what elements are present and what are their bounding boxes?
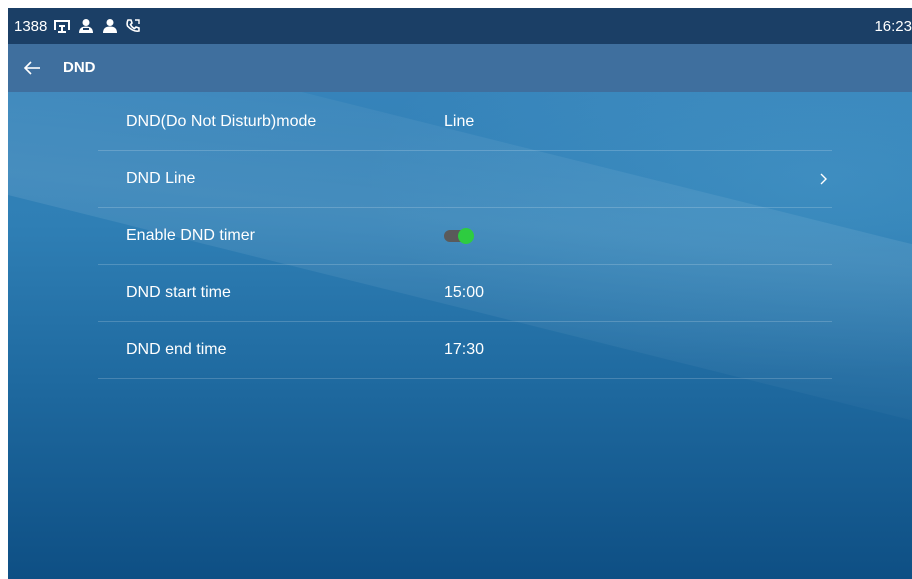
settings-list: DND(Do Not Disturb)mode Line DND Line En… (98, 94, 832, 379)
user-icon (101, 18, 119, 34)
status-bar: 1388 16:23 (8, 8, 912, 44)
setting-label: DND start time (126, 284, 231, 301)
setting-value: 15:00 (444, 284, 485, 301)
setting-value: Line (444, 113, 475, 130)
dnd-timer-toggle[interactable] (444, 228, 474, 244)
setting-value: 17:30 (444, 341, 485, 358)
contacts-icon (77, 18, 95, 34)
setting-label: DND(Do Not Disturb)mode (126, 113, 317, 130)
setting-dnd-timer: Enable DND timer (98, 208, 832, 265)
status-left: 1388 (14, 8, 141, 44)
setting-dnd-end-time[interactable]: DND end time 17:30 (98, 322, 832, 379)
call-forward-icon (125, 18, 141, 34)
clock: 16:23 (874, 17, 912, 35)
voicemail-icon (53, 18, 71, 34)
setting-label: Enable DND timer (126, 227, 255, 244)
chevron-right-icon (816, 169, 832, 189)
setting-dnd-start-time[interactable]: DND start time 15:00 (98, 265, 832, 322)
extension-number: 1388 (14, 17, 48, 35)
setting-label: DND Line (126, 170, 196, 187)
setting-label: DND end time (126, 341, 227, 358)
setting-dnd-line[interactable]: DND Line (98, 151, 832, 208)
setting-dnd-mode[interactable]: DND(Do Not Disturb)mode Line (98, 94, 832, 151)
page-title: DND (63, 59, 96, 76)
title-bar: DND (8, 44, 912, 92)
back-button[interactable] (18, 54, 46, 82)
toggle-knob (458, 228, 474, 244)
status-right: 16:23 (874, 8, 912, 44)
back-arrow-icon (22, 60, 42, 76)
phone-screen: 1388 16:23 DND DND(Do Not Disturb)mode L… (8, 8, 912, 579)
